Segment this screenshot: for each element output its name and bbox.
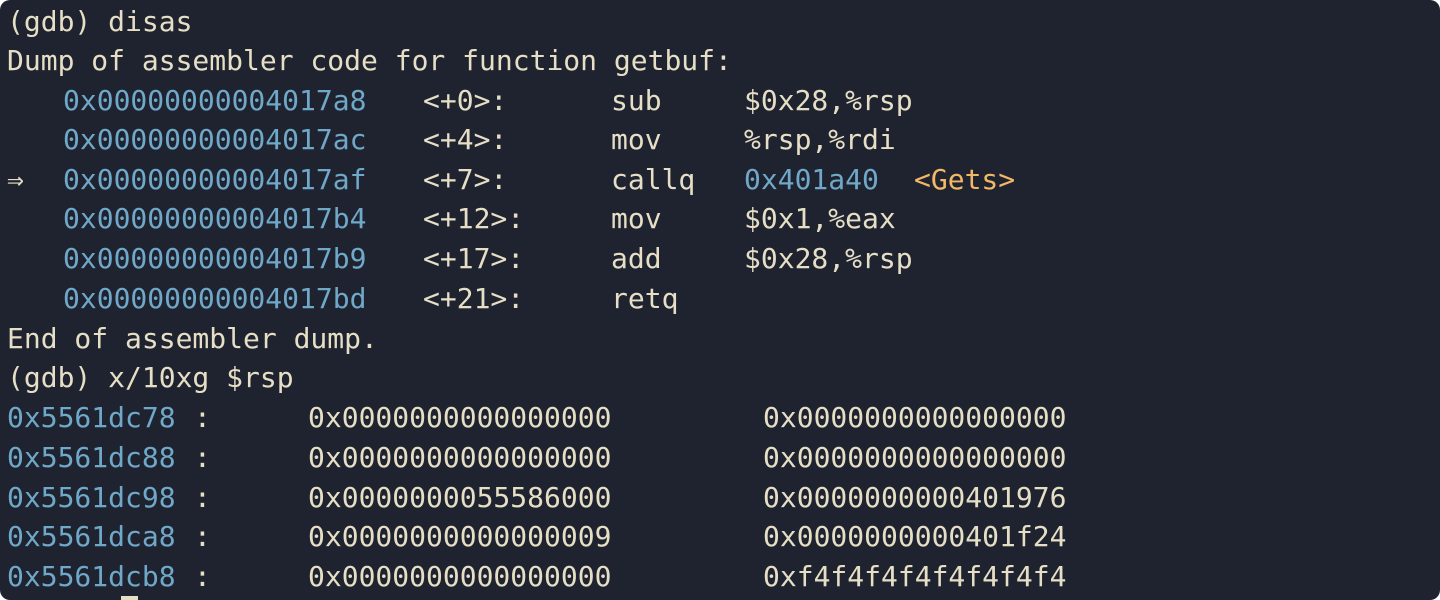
gdb-prompt-examine: (gdb) x/10xg $rsp: [7, 361, 294, 394]
instruction-offset: <+4>:: [423, 123, 508, 156]
instruction-address: 0x00000000004017bd: [63, 282, 367, 315]
instruction-offset: <+17>:: [423, 242, 525, 275]
instruction-row: 0x00000000004017bd <+21>: retq: [7, 279, 678, 319]
instruction-offset: <+0>:: [423, 84, 508, 117]
instruction-mnemonic: callq: [611, 163, 696, 196]
memory-word: 0x0000000000000000: [308, 441, 612, 474]
dump-header: Dump of assembler code for function getb…: [7, 44, 732, 77]
instruction-mnemonic: mov: [611, 202, 662, 235]
memory-colon: :: [194, 441, 211, 474]
memory-word: 0x0000000000401f24: [763, 520, 1067, 553]
instruction-operands: $0x28,%rsp: [744, 242, 913, 275]
memory-word: 0xf4f4f4f4f4f4f4f4: [763, 560, 1067, 593]
memory-word: 0x0000000000000000: [763, 401, 1067, 434]
instruction-address: 0x00000000004017b4: [63, 202, 367, 235]
gdb-prompt-disas: (gdb) disas: [7, 5, 193, 38]
memory-address: 0x5561dca8: [7, 520, 176, 553]
memory-colon: :: [194, 520, 211, 553]
instruction-mnemonic: add: [611, 242, 662, 275]
instruction-row: 0x00000000004017b9 <+17>: add $0x28,%rsp: [7, 239, 913, 279]
memory-row: 0x5561dcb8 : 0x0000000000000000 0xf4f4f4…: [7, 557, 1066, 597]
instruction-row: 0x00000000004017ac <+4>: mov %rsp,%rdi: [7, 120, 896, 160]
memory-colon: :: [194, 560, 211, 593]
memory-word: 0x0000000055586000: [308, 481, 612, 514]
memory-row: 0x5561dc98 : 0x0000000055586000 0x000000…: [7, 478, 1066, 518]
memory-row: 0x5561dca8 : 0x0000000000000009 0x000000…: [7, 517, 1066, 557]
instruction-address: 0x00000000004017af: [63, 163, 367, 196]
instruction-address: 0x00000000004017a8: [63, 84, 367, 117]
instruction-address: 0x00000000004017b9: [63, 242, 367, 275]
instruction-row-current: ⇒ 0x00000000004017af <+7>: callq 0x401a4…: [7, 160, 1015, 200]
dump-footer: End of assembler dump.: [7, 322, 378, 355]
instruction-offset: <+12>:: [423, 202, 525, 235]
current-instruction-arrow-icon: ⇒: [7, 163, 24, 196]
memory-address: 0x5561dc98: [7, 481, 176, 514]
instruction-mnemonic: sub: [611, 84, 662, 117]
memory-row: 0x5561dc78 : 0x0000000000000000 0x000000…: [7, 398, 1066, 438]
text-cursor: [121, 596, 138, 600]
memory-row: 0x5561dc88 : 0x0000000000000000 0x000000…: [7, 438, 1066, 478]
memory-address: 0x5561dcb8: [7, 560, 176, 593]
memory-word: 0x0000000000000000: [763, 441, 1067, 474]
call-target-address: 0x401a40: [744, 163, 879, 196]
instruction-offset: <+7>:: [423, 163, 508, 196]
instruction-operands: $0x1,%eax: [744, 202, 896, 235]
instruction-address: 0x00000000004017ac: [63, 123, 367, 156]
instruction-offset: <+21>:: [423, 282, 525, 315]
memory-word: 0x0000000000000000: [308, 560, 612, 593]
instruction-row: 0x00000000004017b4 <+12>: mov $0x1,%eax: [7, 199, 896, 239]
instruction-row: 0x00000000004017a8 <+0>: sub $0x28,%rsp: [7, 81, 913, 121]
memory-word: 0x0000000000000000: [308, 401, 612, 434]
instruction-operands: %rsp,%rdi: [744, 123, 896, 156]
memory-colon: :: [194, 481, 211, 514]
instruction-operands: $0x28,%rsp: [744, 84, 913, 117]
instruction-mnemonic: retq: [611, 282, 679, 315]
memory-address: 0x5561dc88: [7, 441, 176, 474]
instruction-mnemonic: mov: [611, 123, 662, 156]
memory-address: 0x5561dc78: [7, 401, 176, 434]
memory-colon: :: [194, 401, 211, 434]
memory-word: 0x0000000000000009: [308, 520, 612, 553]
gdb-terminal[interactable]: (gdb) disas Dump of assembler code for f…: [0, 0, 1440, 600]
call-target-symbol: <Gets>: [914, 163, 1016, 196]
memory-word: 0x0000000000401976: [763, 481, 1067, 514]
